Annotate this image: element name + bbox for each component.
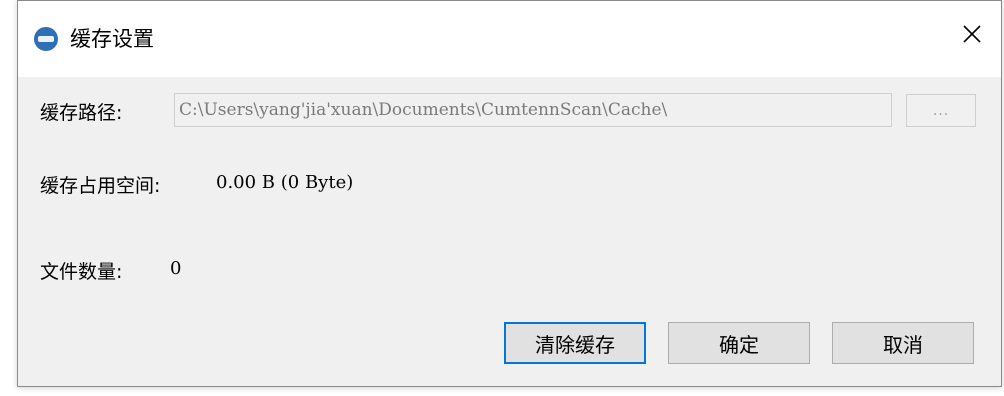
- file-count-value: 0: [170, 258, 182, 279]
- cache-settings-dialog: 缓存设置 缓存路径: ... 缓存占用空间: 0.00 B (0 Byte) 文…: [17, 0, 1002, 387]
- cache-size-label: 缓存占用空间:: [40, 175, 161, 197]
- close-button[interactable]: [943, 9, 1001, 59]
- cache-size-value: 0.00 B (0 Byte): [216, 172, 354, 193]
- file-count-label: 文件数量:: [40, 261, 123, 283]
- dialog-title: 缓存设置: [70, 27, 154, 51]
- ok-button[interactable]: 确定: [668, 322, 810, 364]
- clear-cache-button[interactable]: 清除缓存: [504, 322, 646, 364]
- cancel-button[interactable]: 取消: [832, 322, 974, 364]
- cache-path-input[interactable]: [174, 93, 892, 127]
- cache-path-label: 缓存路径:: [40, 102, 123, 124]
- browse-button[interactable]: ...: [906, 94, 976, 127]
- app-logo-icon: [34, 27, 58, 51]
- title-bar: 缓存设置: [18, 1, 1001, 77]
- close-icon: [963, 25, 981, 43]
